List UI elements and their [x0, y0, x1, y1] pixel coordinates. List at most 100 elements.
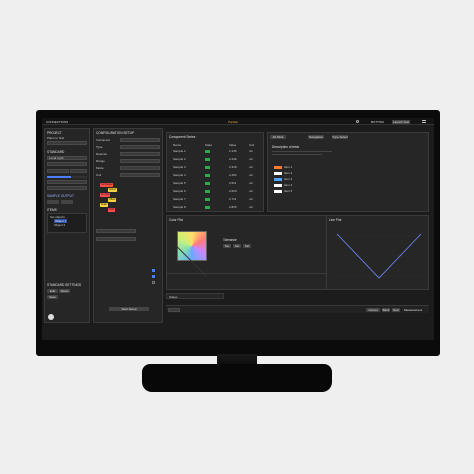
reset-button[interactable]: Reset: [59, 289, 70, 293]
config-chip[interactable]: Hold: [108, 208, 115, 212]
save-button[interactable]: Save: [47, 295, 58, 299]
tree-box: Set objects Object 1 Object 2: [47, 213, 87, 233]
config-field-input[interactable]: [120, 152, 160, 156]
status-indicator[interactable]: [205, 149, 210, 153]
menu-icon[interactable]: [422, 120, 426, 123]
config-field-input[interactable]: [120, 166, 160, 170]
standard-field-2[interactable]: [47, 162, 87, 166]
col-header: Name: [173, 143, 182, 147]
list-row-name: Sample 7: [173, 197, 186, 201]
config-select[interactable]: [96, 229, 136, 233]
status-label: Status: [169, 295, 178, 299]
sample-button-1[interactable]: [47, 200, 59, 204]
list-row-name: Sample 3: [173, 165, 186, 169]
config-chip[interactable]: Set Ref: [100, 193, 110, 197]
color-map[interactable]: [177, 231, 207, 261]
project-select[interactable]: [47, 141, 87, 145]
tree-item[interactable]: Object 2: [54, 223, 65, 227]
top-bar: CONNECTIONS Parallel BOTTOM Launch Test: [42, 118, 434, 125]
status-indicator[interactable]: [205, 197, 210, 201]
standard-field-4[interactable]: [70, 169, 87, 173]
project-header: PROJECT: [47, 131, 62, 135]
list-row-unit: nm: [249, 173, 254, 177]
legend-label: Item 3: [284, 177, 293, 181]
config-chip[interactable]: Offset: [108, 198, 117, 202]
list-row-value: 2.240: [229, 157, 237, 161]
config-panel: CONFIGURATION SETUP Instrument Type Detect…: [93, 128, 163, 323]
monitor-base: [142, 364, 332, 392]
status-indicator[interactable]: [205, 165, 210, 169]
settings-header: STANDARD SETTINGS: [47, 283, 82, 287]
tag-button[interactable]: Set: [233, 244, 241, 248]
list-row-value: 2.318: [229, 165, 237, 169]
tag-button[interactable]: Set: [223, 244, 231, 248]
status-field[interactable]: Status: [166, 293, 224, 299]
launch-tab[interactable]: Launch Test: [392, 119, 410, 124]
standard-field-3[interactable]: [47, 169, 69, 173]
legend-label: Item 5: [284, 189, 293, 193]
checkbox[interactable]: [152, 281, 155, 284]
list-row-unit: nm: [249, 197, 254, 201]
info-heading: Description of tests: [272, 145, 300, 149]
start-setup-button[interactable]: Start Setup: [109, 307, 149, 311]
legend-swatch: [274, 189, 282, 193]
standard-field-5[interactable]: [47, 180, 87, 184]
col-header: Unit: [249, 143, 255, 147]
edit-button[interactable]: Edit: [47, 289, 58, 293]
config-field-label: Unit: [96, 173, 102, 177]
color-plot-title: Color Plot: [169, 218, 183, 222]
line-plot-panel: Line Plot: [326, 215, 429, 290]
info-line: [272, 151, 332, 152]
config-chip[interactable]: Scale: [100, 203, 108, 207]
config-field-input[interactable]: [120, 145, 160, 149]
tab-navigation[interactable]: Navigation: [308, 135, 324, 139]
config-field-input[interactable]: [120, 173, 160, 177]
standard-field-6[interactable]: [47, 186, 87, 190]
config-field-input[interactable]: [120, 159, 160, 163]
info-panel: All Plots Navigation Type Select Descrip…: [267, 132, 429, 212]
progress-bar: [47, 176, 87, 178]
bottom-select[interactable]: [168, 308, 180, 312]
avatar[interactable]: [48, 314, 54, 320]
user-label[interactable]: BOTTOM: [371, 120, 384, 124]
sample-button-2[interactable]: [61, 200, 73, 204]
info-line: [272, 154, 322, 155]
checkbox[interactable]: [152, 269, 155, 272]
center-title: Parallel: [228, 119, 239, 124]
line-plot-svg: [333, 233, 425, 279]
tab-all-plots[interactable]: All Plots: [270, 135, 286, 139]
config-field-label: Type: [96, 145, 103, 149]
list-row-value: 2.825: [229, 205, 237, 209]
status-indicator[interactable]: [205, 181, 210, 185]
legend-swatch: [274, 177, 282, 181]
user-icon[interactable]: [356, 120, 359, 123]
status-indicator[interactable]: [205, 205, 210, 209]
bottom-bar: Cancel Back Next Measurement: [166, 305, 429, 313]
config-field-label: Mode: [96, 166, 104, 170]
list-row-unit: nm: [249, 205, 254, 209]
status-indicator[interactable]: [205, 157, 210, 161]
next-button[interactable]: Next: [392, 308, 400, 312]
back-button[interactable]: Back: [382, 308, 390, 312]
tolerance-label: Tolerance: [223, 238, 237, 242]
config-chip[interactable]: Set Range: [100, 183, 114, 187]
config-select-2[interactable]: [96, 237, 136, 241]
tab-type-select[interactable]: Type Select: [332, 135, 348, 139]
col-header: State: [205, 143, 213, 147]
list-row-unit: nm: [249, 149, 254, 153]
status-indicator[interactable]: [205, 173, 210, 177]
list-row-name: Sample 8: [173, 205, 186, 209]
checkbox[interactable]: [152, 275, 155, 278]
config-field-input[interactable]: [120, 138, 160, 142]
left-sidebar: PROJECT Plans to Test STANDARD Local Lig…: [44, 128, 90, 323]
app-title: CONNECTIONS: [46, 119, 69, 124]
config-chip[interactable]: Adjust: [108, 188, 117, 192]
screen: CONNECTIONS Parallel BOTTOM Launch Test …: [42, 118, 434, 340]
standard-header: STANDARD: [47, 150, 65, 154]
status-indicator[interactable]: [205, 189, 210, 193]
list-row-name: Sample 2: [173, 157, 186, 161]
tag-button[interactable]: Set: [243, 244, 251, 248]
list-row-value: 2.620: [229, 189, 237, 193]
config-field-label: Range: [96, 159, 105, 163]
cancel-button[interactable]: Cancel: [366, 308, 380, 312]
